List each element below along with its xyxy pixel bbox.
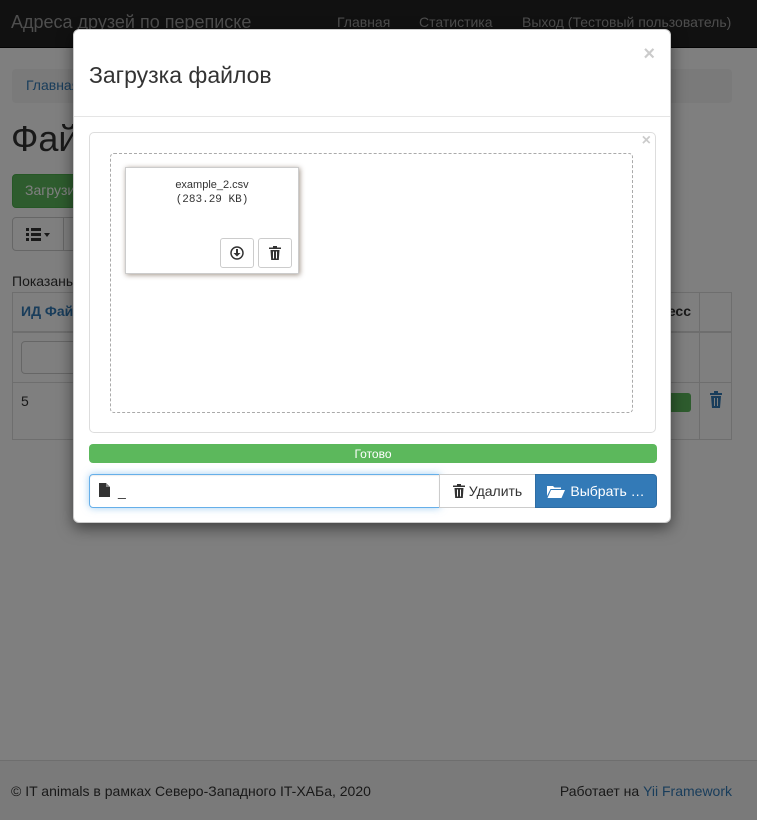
- remove-file-button[interactable]: [258, 238, 292, 268]
- progress-label: Готово: [354, 447, 392, 461]
- file-name: example_2.csv: [175, 179, 249, 191]
- modal-header: Загрузка файлов ×: [74, 30, 670, 117]
- file-caption-field[interactable]: _: [89, 474, 440, 508]
- preview-close-icon[interactable]: ×: [642, 132, 651, 150]
- remove-button[interactable]: Удалить: [439, 474, 536, 508]
- download-circle-icon: [230, 246, 244, 260]
- file-input-group: _ Удалить Выбрать …: [89, 474, 657, 508]
- upload-modal: Загрузка файлов × × example_2.csv (283.2…: [73, 29, 671, 523]
- remove-button-label: Удалить: [468, 483, 523, 499]
- drop-zone[interactable]: example_2.csv (283.29 KB): [110, 153, 633, 413]
- file-size: (283.29 KB): [175, 194, 249, 206]
- browse-button[interactable]: Выбрать …: [535, 474, 657, 508]
- file-caption-text: _: [118, 483, 126, 499]
- close-icon[interactable]: ×: [643, 44, 655, 64]
- trash-icon: [452, 484, 465, 498]
- trash-icon: [269, 246, 281, 260]
- file-icon: [99, 483, 110, 497]
- browse-button-label: Выбрать …: [570, 483, 645, 499]
- modal-title: Загрузка файлов: [89, 62, 272, 88]
- file-thumbnail: example_2.csv (283.29 KB): [125, 167, 299, 274]
- file-preview: × example_2.csv (283.29 KB): [89, 132, 656, 433]
- upload-progress-bar: Готово: [89, 444, 657, 463]
- folder-open-icon: [547, 486, 566, 498]
- download-button[interactable]: [220, 238, 254, 268]
